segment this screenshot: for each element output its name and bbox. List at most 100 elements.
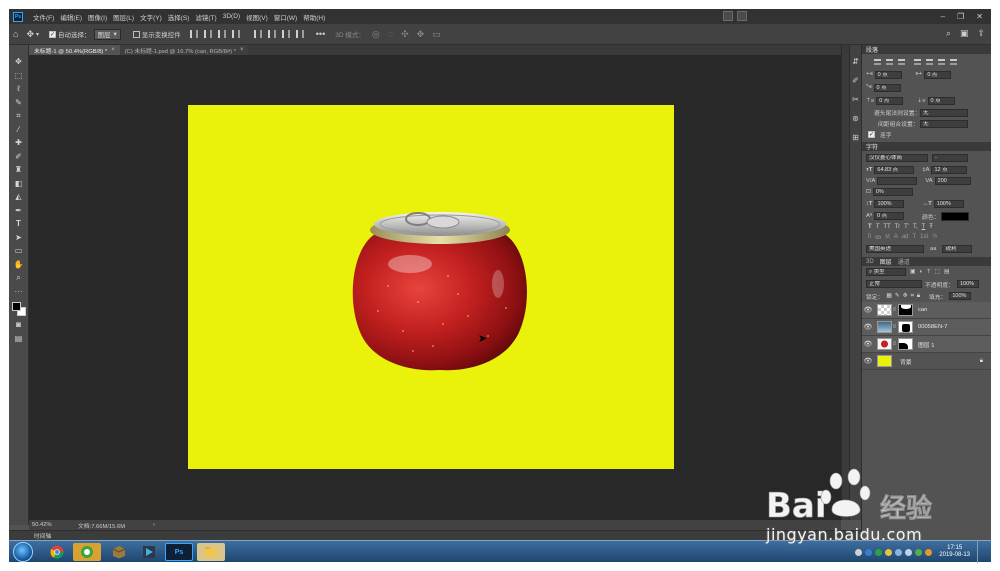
- quick-select-tool-icon[interactable]: ✎: [13, 98, 25, 108]
- eye-icon[interactable]: 👁︎: [862, 323, 874, 331]
- transform-controls-checkbox[interactable]: [132, 30, 140, 38]
- tile-icon[interactable]: [737, 11, 747, 21]
- menu-help[interactable]: 帮助(H): [303, 12, 325, 22]
- close-icon[interactable]: ✕: [976, 12, 983, 21]
- small-caps-button[interactable]: Tr: [895, 224, 900, 230]
- chevron-down-icon[interactable]: ▾: [36, 31, 39, 38]
- baseline-shift-field[interactable]: 0 点: [874, 212, 905, 220]
- 3d-pan-icon[interactable]: ✣: [401, 29, 409, 40]
- menu-filter[interactable]: 滤镜(T): [195, 12, 216, 22]
- marquee-tool-icon[interactable]: ⬚: [13, 71, 25, 81]
- text-color-swatch[interactable]: [941, 211, 970, 221]
- faux-bold-button[interactable]: T: [868, 224, 872, 230]
- underline-button[interactable]: T: [922, 224, 926, 230]
- properties-icon[interactable]: ⊞: [852, 133, 859, 142]
- filter-shape-icon[interactable]: ⬚: [935, 269, 940, 275]
- layer-filter-dropdown[interactable]: ⌕ 类型: [866, 268, 906, 276]
- ligatures-button[interactable]: fi: [868, 234, 871, 241]
- stylistic-button[interactable]: st: [885, 234, 890, 241]
- justify-center-icon[interactable]: [926, 59, 933, 65]
- quick-mask-icon[interactable]: ◙: [13, 320, 25, 330]
- timeline-label[interactable]: 时间轴: [34, 531, 51, 540]
- menu-edit[interactable]: 编辑(E): [60, 12, 82, 22]
- color-swatches[interactable]: [11, 302, 26, 316]
- history-icon[interactable]: ⇵: [852, 57, 859, 66]
- workspace-icon[interactable]: ▣: [960, 28, 969, 39]
- 3d-slide-icon[interactable]: ✥: [417, 29, 425, 40]
- brush-settings-icon[interactable]: ✐: [852, 76, 859, 85]
- vertical-scrollbar[interactable]: [841, 45, 849, 520]
- 3d-orbit-icon[interactable]: ◎: [372, 29, 380, 40]
- kerning-field[interactable]: [877, 176, 918, 185]
- filter-type-icon[interactable]: T: [927, 269, 931, 275]
- eye-icon[interactable]: 👁︎: [862, 357, 874, 365]
- fractions-button[interactable]: ½: [932, 234, 937, 241]
- zoom-tool-icon[interactable]: ⌕: [13, 273, 25, 283]
- zoom-level[interactable]: 50.42%: [32, 522, 72, 528]
- first-line-indent-field[interactable]: 0 点: [873, 83, 901, 92]
- close-icon[interactable]: ×: [240, 47, 244, 53]
- alt-ligatures-button[interactable]: ꝏ: [875, 234, 881, 241]
- space-after-field[interactable]: 0 点: [927, 96, 955, 105]
- indent-left-field[interactable]: 0 点: [874, 70, 902, 79]
- media-app-icon[interactable]: [135, 543, 163, 561]
- eye-icon[interactable]: 👁︎: [862, 306, 874, 314]
- menu-window[interactable]: 窗口(W): [274, 12, 297, 22]
- tab-channels[interactable]: 通道: [898, 257, 910, 266]
- 360-browser-app-icon[interactable]: [73, 543, 101, 561]
- canvas-area[interactable]: ➤: [29, 55, 841, 520]
- menu-select[interactable]: 选择(S): [168, 12, 190, 22]
- strikethrough-button[interactable]: Ŧ: [929, 224, 933, 230]
- move-tool-icon[interactable]: ✥: [26, 29, 34, 40]
- menu-image[interactable]: 图像(I): [88, 12, 107, 22]
- auto-select-dropdown[interactable]: 图层 ▾: [93, 28, 121, 40]
- mojikumi-dropdown[interactable]: 无: [920, 119, 968, 128]
- justify-right-icon[interactable]: [938, 59, 945, 65]
- align-left-icon[interactable]: [874, 59, 881, 65]
- leading-field[interactable]: 12 点: [931, 165, 968, 174]
- brush-tool-icon[interactable]: ✐: [13, 152, 25, 162]
- font-size-field[interactable]: 64.83 点: [874, 165, 915, 174]
- filter-pixel-icon[interactable]: ▣: [910, 269, 915, 275]
- tab-layers[interactable]: 图层: [880, 257, 892, 266]
- font-style-dropdown[interactable]: -: [932, 153, 968, 162]
- tab-3d[interactable]: 3D: [866, 259, 874, 265]
- start-button[interactable]: [13, 542, 33, 562]
- chevron-right-icon[interactable]: ›: [153, 522, 155, 528]
- font-family-dropdown[interactable]: 汉仪菱心体简: [866, 153, 928, 162]
- menu-layer[interactable]: 图层(L): [113, 12, 134, 22]
- lock-position-icon[interactable]: ✥: [903, 293, 908, 299]
- space-before-field[interactable]: 0 点: [876, 96, 904, 105]
- language-dropdown[interactable]: 美国英语: [866, 245, 924, 253]
- justify-all-icon[interactable]: [950, 59, 957, 65]
- align-bottom-icon[interactable]: [281, 30, 290, 38]
- search-icon[interactable]: ⌕: [946, 28, 951, 39]
- opacity-field[interactable]: 100%: [957, 280, 979, 288]
- stylistic-alt-button[interactable]: ad: [902, 234, 909, 241]
- close-icon[interactable]: ×: [111, 47, 115, 53]
- tile-icon[interactable]: [723, 11, 733, 21]
- more-options-icon[interactable]: •••: [316, 29, 325, 39]
- share-icon[interactable]: ⇪: [977, 28, 985, 39]
- align-center-icon[interactable]: [886, 59, 893, 65]
- eye-icon[interactable]: 👁︎: [862, 340, 874, 348]
- subscript-button[interactable]: T,: [913, 224, 918, 230]
- titling-button[interactable]: T: [913, 234, 917, 241]
- character-panel-header[interactable]: 字符: [862, 142, 991, 151]
- align-hcenter-icon[interactable]: [203, 30, 212, 38]
- stamp-tool-icon[interactable]: ♜: [13, 165, 25, 175]
- auto-select-checkbox[interactable]: ✓: [49, 30, 56, 38]
- more-tools-icon[interactable]: ···: [13, 287, 25, 297]
- 3d-roll-icon[interactable]: ◌: [388, 29, 393, 39]
- hand-tool-icon[interactable]: ✋: [13, 260, 25, 270]
- kinsoku-dropdown[interactable]: 无: [920, 108, 968, 117]
- file-explorer-app-icon[interactable]: [197, 543, 225, 561]
- lasso-tool-icon[interactable]: ℓ: [13, 84, 25, 94]
- menu-file[interactable]: 文件(F): [33, 12, 54, 22]
- home-icon[interactable]: ⌂: [13, 29, 18, 39]
- filter-adjustment-icon[interactable]: ◐: [919, 269, 923, 275]
- hyphenate-checkbox[interactable]: ✓: [868, 131, 875, 138]
- vertical-scale-field[interactable]: 100%: [874, 199, 905, 208]
- fill-field[interactable]: 100%: [949, 292, 972, 300]
- lock-all-icon[interactable]: 🔒︎: [917, 293, 920, 300]
